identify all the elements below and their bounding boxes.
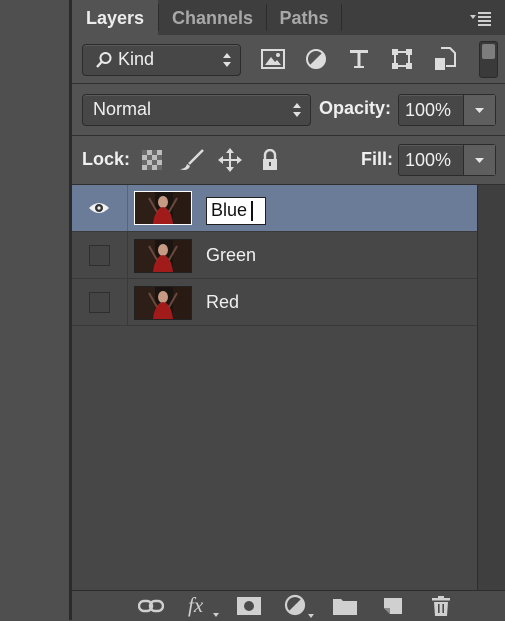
chevron-updown-icon [292,102,302,123]
filter-kind-select[interactable]: Kind [82,44,241,76]
layers-list: Blue Green Red [72,185,477,590]
lock-position-icon[interactable] [216,146,244,174]
adjustment-layer-icon[interactable] [283,594,317,618]
search-icon [95,51,113,74]
layer-row-green[interactable]: Green [72,232,477,278]
fill-dropdown-button[interactable] [463,145,495,175]
layer-name-input-value: Blue [211,200,248,220]
divider [72,325,477,326]
hidden-visibility-box [89,245,110,266]
visibility-toggle[interactable] [72,232,128,278]
tab-divider [341,4,342,31]
hidden-visibility-box [89,292,110,313]
new-layer-icon[interactable] [380,595,406,617]
tab-paths[interactable]: Paths [267,0,341,35]
chevron-down-icon [475,158,484,163]
lock-image-icon[interactable] [177,146,205,174]
chevron-down-icon [475,108,484,113]
lock-all-icon[interactable] [256,146,284,174]
layer-name-input[interactable]: Blue [206,197,266,225]
text-cursor [251,201,253,221]
layer-name[interactable]: Red [206,279,239,325]
eye-icon [89,203,109,213]
layer-row-red[interactable]: Red [72,279,477,325]
toggle-knob [482,44,495,59]
opacity-field[interactable]: 100% [398,94,496,126]
lock-transparent-icon[interactable] [138,146,166,174]
blend-mode-value: Normal [93,99,152,119]
folder-icon[interactable] [332,595,358,617]
layers-scrollbar[interactable] [477,185,505,590]
blend-mode-select[interactable]: Normal [82,94,311,126]
filter-kind-label: Kind [118,49,155,69]
chevron-updown-icon [222,52,232,73]
opacity-value[interactable]: 100% [405,100,451,121]
visibility-toggle[interactable] [72,185,128,231]
layers-bottom-toolbar: fx [72,590,505,621]
tab-layers[interactable]: Layers [72,0,158,35]
svg-text:fx: fx [188,594,204,617]
image-filter-icon[interactable] [259,45,287,73]
divider [72,135,505,136]
left-dock-strip [0,0,69,620]
mask-icon[interactable] [236,595,262,617]
opacity-dropdown-button[interactable] [463,95,495,125]
layers-panel: Layers Channels Paths Kind Normal Opacit… [72,0,505,621]
layer-thumbnail[interactable] [134,286,192,320]
fill-label: Fill: [361,149,393,169]
fill-field[interactable]: 100% [398,144,496,176]
shape-filter-icon[interactable] [388,45,416,73]
tab-bar: Layers Channels Paths [72,0,505,35]
layer-name[interactable]: Green [206,232,256,278]
opacity-label: Opacity: [319,98,392,118]
adjustment-filter-icon[interactable] [302,45,330,73]
divider [72,83,505,84]
trash-icon[interactable] [428,595,454,617]
fx-icon[interactable]: fx [186,594,222,617]
fill-value[interactable]: 100% [405,150,451,171]
lock-label: Lock: [82,149,131,169]
type-filter-icon[interactable] [345,45,373,73]
panel-menu-icon[interactable] [468,8,494,28]
layer-row-blue[interactable]: Blue [72,185,477,231]
visibility-toggle[interactable] [72,279,128,325]
link-layers-icon[interactable] [138,595,164,617]
layer-thumbnail[interactable] [134,239,192,273]
layer-thumbnail[interactable] [134,191,192,225]
filter-toggle-switch[interactable] [479,41,498,78]
tab-channels[interactable]: Channels [159,0,266,35]
smart-object-filter-icon[interactable] [431,45,459,73]
